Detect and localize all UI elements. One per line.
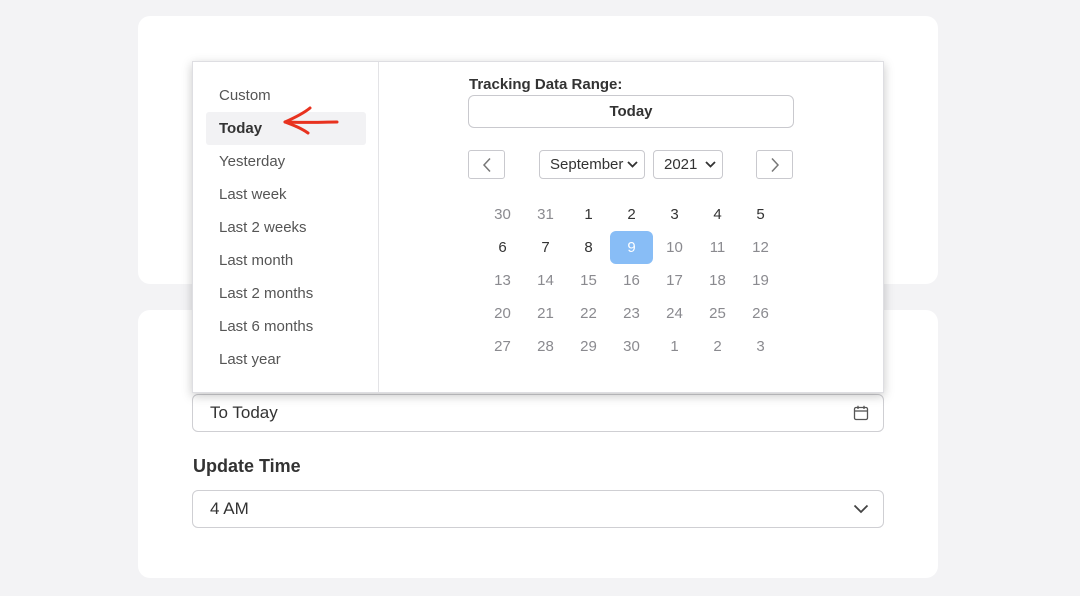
annotation-arrow-icon [283,106,339,135]
calendar-day[interactable]: 8 [567,231,610,264]
calendar-day[interactable]: 20 [481,297,524,330]
calendar-day[interactable]: 6 [481,231,524,264]
calendar-day[interactable]: 7 [524,231,567,264]
calendar-day[interactable]: 10 [653,231,696,264]
calendar-day[interactable]: 1 [653,330,696,363]
calendar-panel: Tracking Data Range: Today September 202… [379,62,883,392]
calendar-day[interactable]: 30 [610,330,653,363]
calendar-day[interactable]: 25 [696,297,739,330]
tracking-range-label: Tracking Data Range: [469,76,623,93]
calendar-day[interactable]: 19 [739,264,782,297]
update-time-select[interactable]: 4 AM [192,490,884,528]
preset-last-2-months[interactable]: Last 2 months [206,277,366,310]
month-value: September [550,156,624,173]
calendar-day[interactable]: 22 [567,297,610,330]
preset-yesterday[interactable]: Yesterday [206,145,366,178]
preset-last-month[interactable]: Last month [206,244,366,277]
calendar-day[interactable]: 15 [567,264,610,297]
chevron-down-icon [851,499,871,519]
update-time-value: 4 AM [210,499,249,518]
calendar-day[interactable]: 21 [524,297,567,330]
calendar-day[interactable]: 17 [653,264,696,297]
date-range-value: To Today [210,403,278,422]
calendar-day[interactable]: 24 [653,297,696,330]
calendar-day[interactable]: 11 [696,231,739,264]
preset-last-2-weeks[interactable]: Last 2 weeks [206,211,366,244]
calendar-day[interactable]: 13 [481,264,524,297]
calendar-day[interactable]: 23 [610,297,653,330]
calendar-day-grid: 30 31 1 2 3 4 5 6 7 8 9 10 11 12 13 14 15 16 17 18 19 20 21 22 2… [481,198,782,363]
calendar-icon[interactable] [851,403,871,423]
calendar-day[interactable]: 31 [524,198,567,231]
calendar-day[interactable]: 14 [524,264,567,297]
calendar-day[interactable]: 3 [739,330,782,363]
calendar-day[interactable]: 28 [524,330,567,363]
calendar-day[interactable]: 29 [567,330,610,363]
chevron-down-icon [627,161,638,168]
chevron-down-icon [705,161,716,168]
calendar-day[interactable]: 16 [610,264,653,297]
calendar-day[interactable]: 30 [481,198,524,231]
tracking-range-button[interactable]: Today [468,95,794,128]
year-value: 2021 [664,156,698,173]
month-select[interactable]: September [539,150,645,179]
calendar-day[interactable]: 27 [481,330,524,363]
year-select[interactable]: 2021 [653,150,723,179]
preset-last-year[interactable]: Last year [206,343,366,376]
calendar-day[interactable]: 12 [739,231,782,264]
date-range-field[interactable]: To Today [192,394,884,432]
calendar-day[interactable]: 2 [610,198,653,231]
calendar-day[interactable]: 26 [739,297,782,330]
update-time-label: Update Time [193,456,301,476]
chevron-right-icon [770,157,779,172]
preset-last-week[interactable]: Last week [206,178,366,211]
preset-last-6-months[interactable]: Last 6 months [206,310,366,343]
calendar-day[interactable]: 3 [653,198,696,231]
chevron-left-icon [482,157,491,172]
prev-month-button[interactable] [468,150,505,179]
calendar-day[interactable]: 1 [567,198,610,231]
next-month-button[interactable] [756,150,793,179]
calendar-day-selected[interactable]: 9 [610,231,653,264]
calendar-day[interactable]: 18 [696,264,739,297]
calendar-day[interactable]: 5 [739,198,782,231]
calendar-day[interactable]: 2 [696,330,739,363]
calendar-day[interactable]: 4 [696,198,739,231]
